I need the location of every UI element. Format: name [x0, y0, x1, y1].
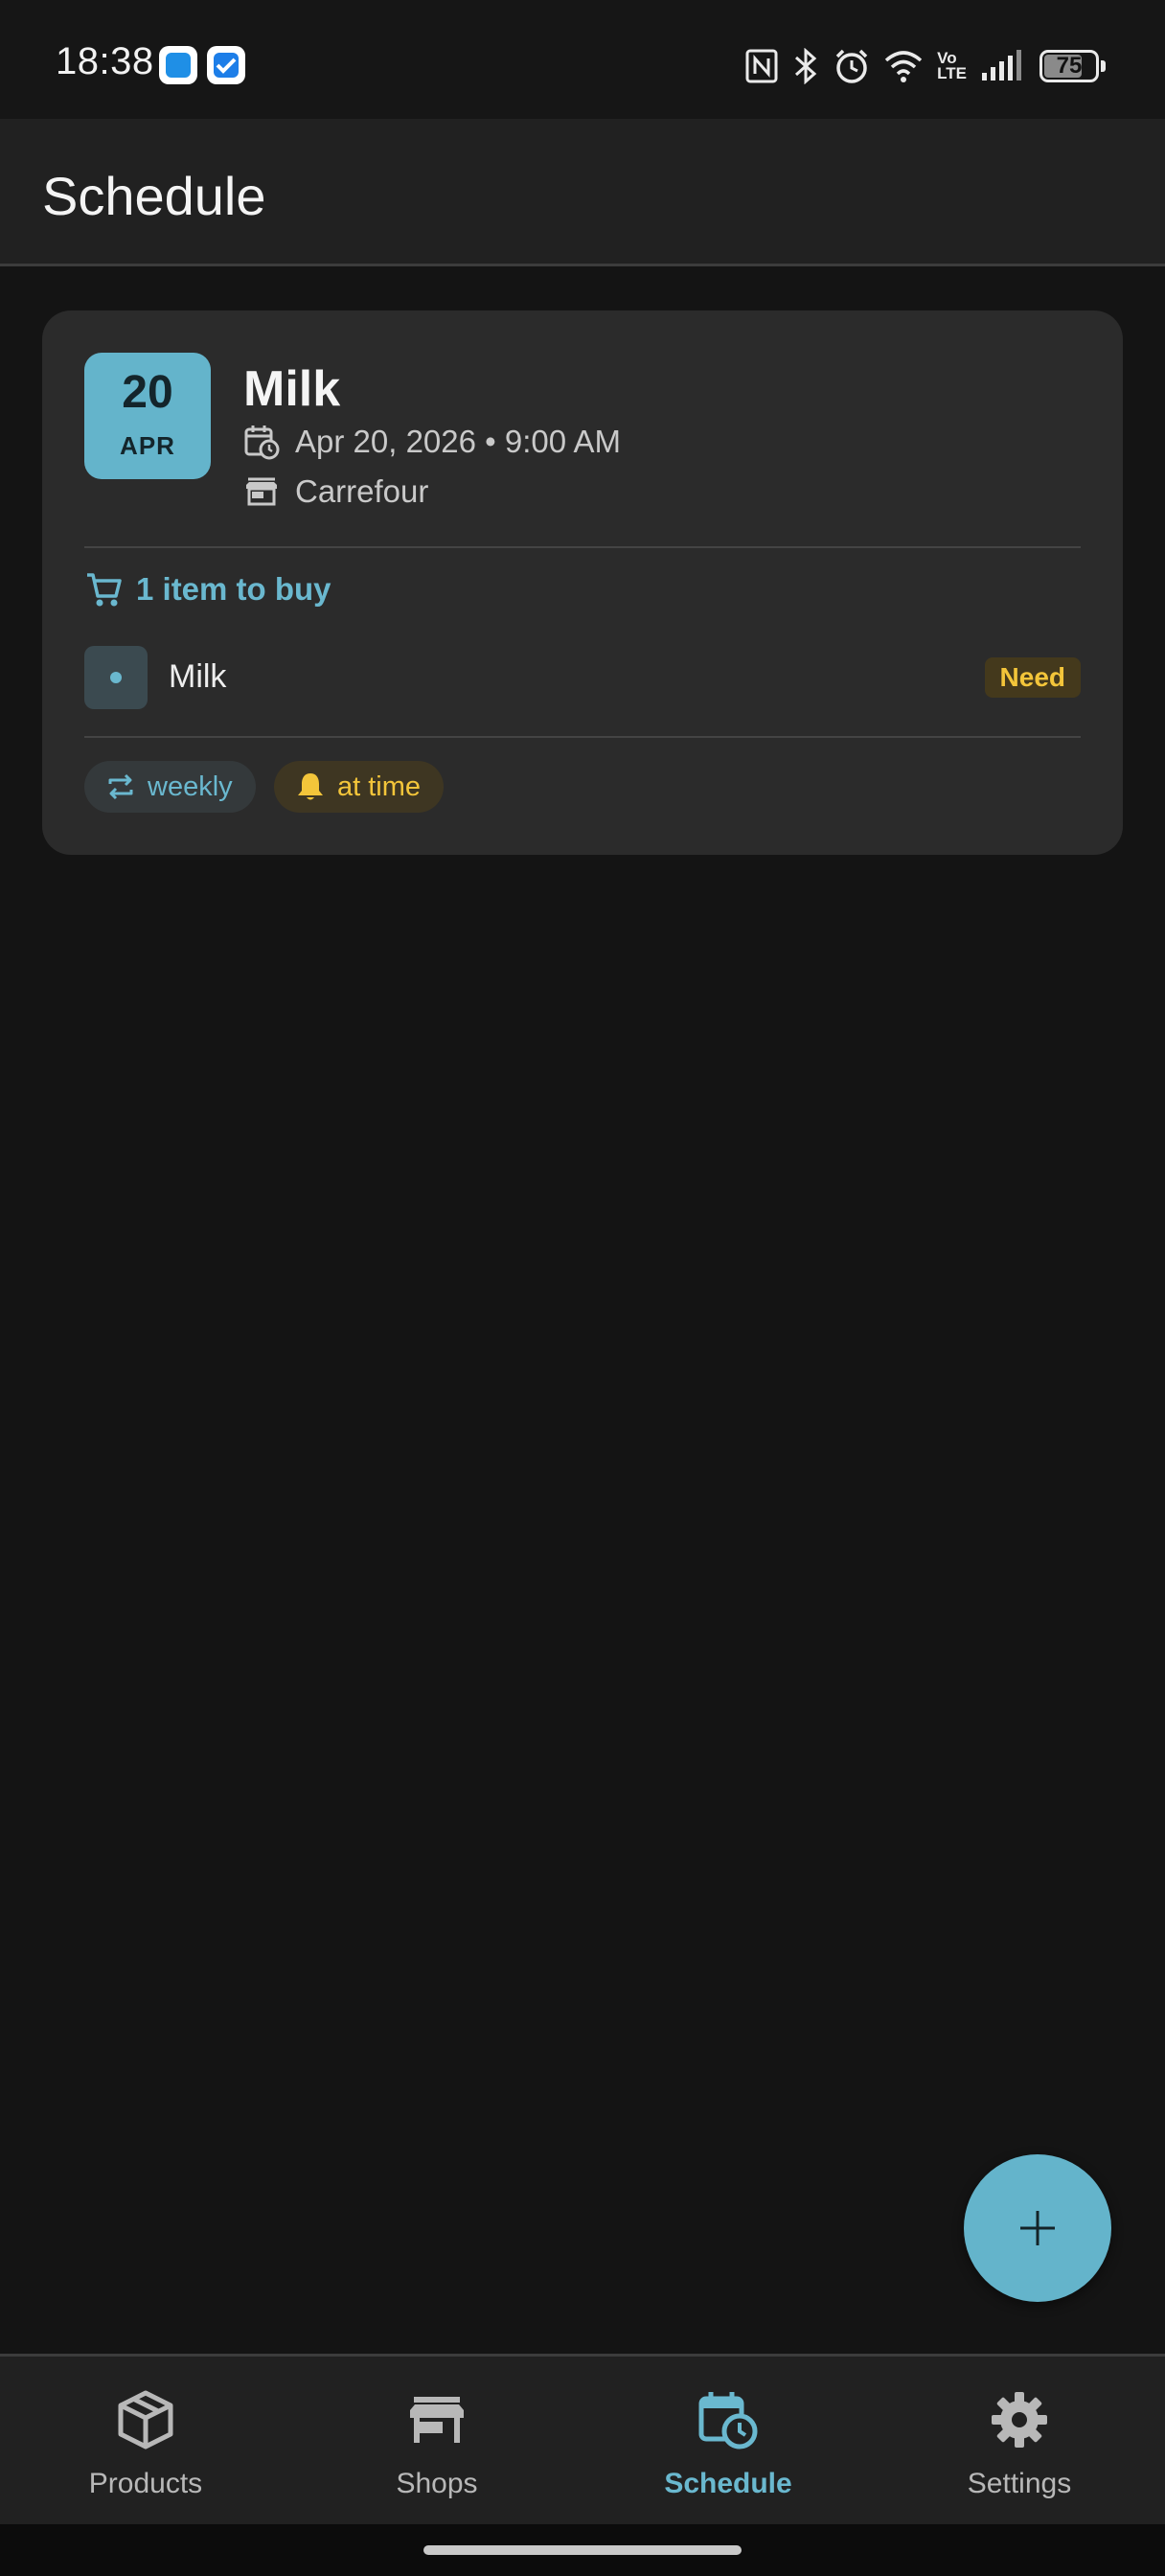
- nav-item-products[interactable]: Products: [0, 2357, 291, 2527]
- nav-item-schedule[interactable]: Schedule: [582, 2357, 874, 2527]
- repeat-icon: [108, 773, 133, 800]
- calendar-clock-icon: [698, 2392, 758, 2450]
- tasks-app-icon: [207, 46, 245, 84]
- schedule-datetime: Apr 20, 2026 • 9:00 AM: [295, 424, 621, 459]
- wifi-icon: [884, 51, 923, 82]
- plus-icon: [1020, 2211, 1055, 2245]
- signal-icon: [982, 50, 1021, 80]
- schedule-title: Milk: [243, 361, 341, 417]
- schedule-shop: Carrefour: [295, 473, 429, 509]
- page-title: Schedule: [42, 166, 266, 226]
- nav-label-settings: Settings: [967, 2468, 1072, 2499]
- reminder-chip-label: at time: [337, 770, 422, 802]
- date-day: 20: [122, 367, 173, 418]
- volte-icon: Vo LTE: [937, 50, 967, 82]
- repeat-chip[interactable]: weekly: [84, 761, 256, 813]
- nfc-icon: [745, 49, 778, 83]
- list-item[interactable]: Milk Need: [84, 646, 1081, 709]
- cube-icon: [118, 2390, 173, 2450]
- schedule-card[interactable]: 20 APR Milk Apr 20, 2026 • 9:00 AM Carre…: [42, 310, 1123, 855]
- date-month: APR: [120, 431, 175, 460]
- reminder-chip[interactable]: at time: [274, 761, 445, 813]
- bottom-navigation: Products Shops Schedule Settings: [0, 2354, 1165, 2524]
- calendar-clock-icon: [244, 426, 280, 460]
- volte-bottom-label: LTE: [937, 64, 967, 82]
- app-bar: Schedule: [0, 119, 1165, 266]
- schedule-shop-row: Carrefour: [243, 473, 428, 510]
- bluetooth-icon: [795, 48, 817, 84]
- battery-icon: 75: [1039, 50, 1099, 82]
- store-icon: [410, 2397, 464, 2443]
- items-summary-label: 1 item to buy: [136, 571, 331, 607]
- gear-icon: [992, 2392, 1047, 2448]
- status-bar: 18:38 Vo LTE 75: [0, 0, 1165, 119]
- cart-icon: [87, 573, 122, 607]
- nav-item-shops[interactable]: Shops: [291, 2357, 582, 2527]
- battery-tip: [1101, 60, 1106, 72]
- status-badge: Need: [984, 657, 1081, 698]
- card-divider: [84, 546, 1081, 548]
- add-schedule-button[interactable]: [964, 2154, 1111, 2302]
- alarm-icon: [835, 49, 868, 83]
- notification-app-icon: [159, 46, 197, 84]
- bullet-icon: [84, 646, 148, 709]
- status-icons: Vo LTE 75: [745, 46, 1106, 86]
- bell-icon: [298, 773, 323, 800]
- nav-label-schedule: Schedule: [664, 2468, 792, 2499]
- repeat-chip-label: weekly: [148, 770, 233, 802]
- status-time: 18:38: [56, 40, 154, 82]
- battery-level: 75: [1056, 53, 1083, 79]
- schedule-datetime-row: Apr 20, 2026 • 9:00 AM: [243, 424, 621, 460]
- item-name: Milk: [169, 658, 227, 695]
- card-divider-bottom: [84, 736, 1081, 738]
- nav-item-settings[interactable]: Settings: [874, 2357, 1165, 2527]
- items-summary: 1 item to buy: [84, 569, 331, 610]
- nav-label-shops: Shops: [396, 2468, 478, 2499]
- store-icon: [246, 477, 277, 506]
- nav-label-products: Products: [88, 2468, 203, 2499]
- home-gesture-handle[interactable]: [423, 2545, 742, 2555]
- date-badge: 20 APR: [84, 353, 211, 479]
- gesture-bar-area: [0, 2524, 1165, 2576]
